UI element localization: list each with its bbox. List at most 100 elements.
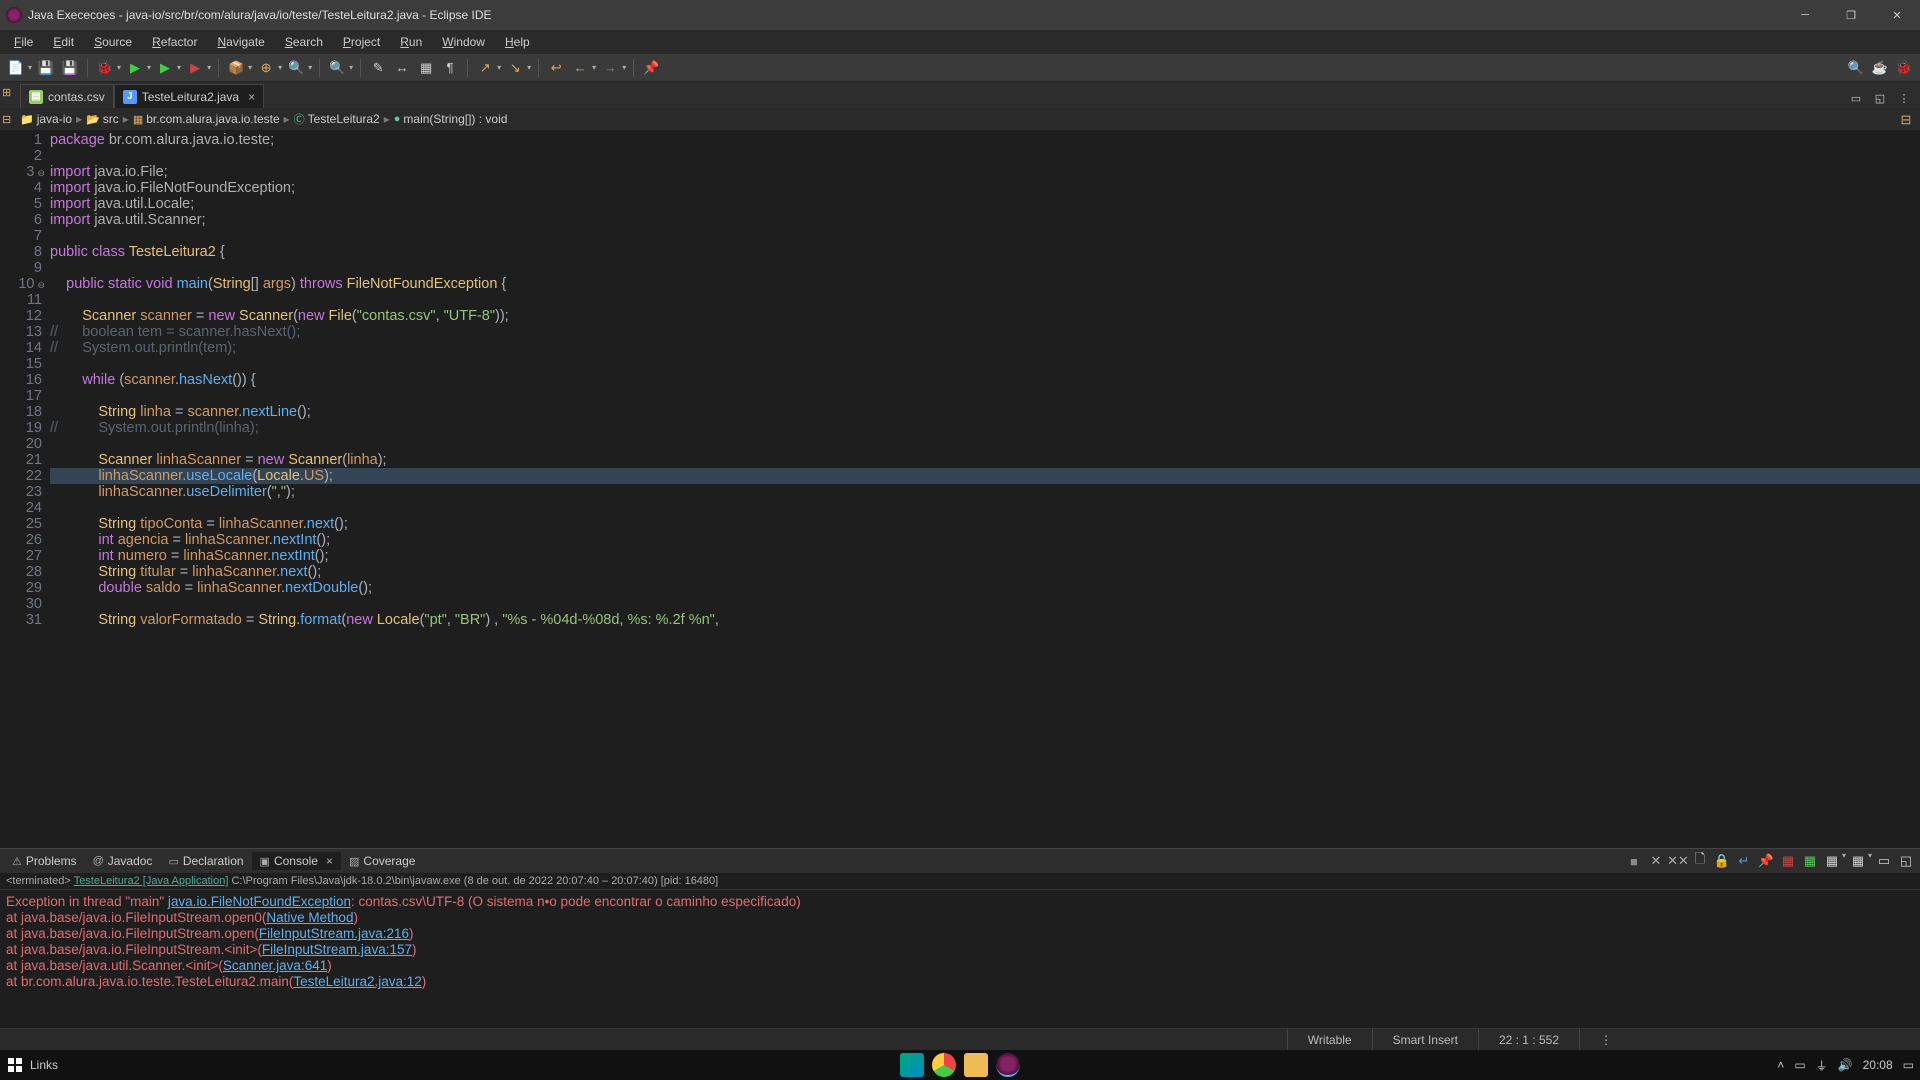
last-edit-icon[interactable]: ↩ — [546, 58, 566, 78]
taskbar-app-chrome[interactable] — [932, 1053, 956, 1077]
taskbar-app-explorer[interactable] — [964, 1053, 988, 1077]
console-display-icon[interactable]: ▦ — [1822, 851, 1842, 871]
code-line[interactable]: linhaScanner.useDelimiter(","); — [50, 484, 1920, 500]
console-stop-icon[interactable]: ■ — [1624, 851, 1644, 871]
stacktrace-link[interactable]: TesteLeitura2.java:12 — [293, 974, 421, 989]
code-line[interactable]: import java.io.File; — [50, 164, 1920, 180]
console-output[interactable]: Exception in thread "main" java.io.FileN… — [0, 889, 1920, 1028]
code-line[interactable]: Scanner scanner = new Scanner(new File("… — [50, 308, 1920, 324]
debug-icon[interactable]: 🐞 — [95, 58, 115, 78]
view-max-icon[interactable]: ◱ — [1896, 851, 1916, 871]
code-line[interactable]: String tipoConta = linhaScanner.next(); — [50, 516, 1920, 532]
saveall-icon[interactable]: 💾 — [60, 58, 80, 78]
link-editor-icon[interactable]: ⊟ — [1896, 110, 1916, 130]
code-line[interactable] — [50, 388, 1920, 404]
new-package-icon[interactable]: 📦 — [226, 58, 246, 78]
menu-run[interactable]: Run — [392, 33, 430, 51]
run-icon[interactable]: ▶ — [125, 58, 145, 78]
tray-chevron-icon[interactable]: ˄ — [1777, 1058, 1784, 1072]
open-type-icon[interactable]: 🔍 — [286, 58, 306, 78]
taskbar-search[interactable]: Links — [30, 1058, 58, 1072]
code-line[interactable]: // System.out.println(tem); — [50, 340, 1920, 356]
maximize-view-icon[interactable]: ◱ — [1870, 88, 1890, 108]
console-removeall-icon[interactable]: ✕✕ — [1668, 851, 1688, 871]
new-class-icon[interactable]: ⊕ — [256, 58, 276, 78]
next-annotation-icon[interactable]: ↗ — [475, 58, 495, 78]
menu-search[interactable]: Search — [277, 33, 331, 51]
view-menu-icon[interactable]: ⋮ — [1894, 88, 1914, 108]
console-scroll-lock-icon[interactable]: 🔒 — [1712, 851, 1732, 871]
console-remove-icon[interactable]: ✕ — [1646, 851, 1666, 871]
view-tab-console[interactable]: ▣Console× — [252, 852, 341, 870]
minimize-view-icon[interactable]: ▭ — [1846, 88, 1866, 108]
wand-icon[interactable]: ✎ — [368, 58, 388, 78]
stacktrace-link[interactable]: Native Method — [266, 910, 353, 925]
close-button[interactable]: ✕ — [1874, 0, 1920, 30]
breadcrumb-br-com-alura-java-io-teste[interactable]: ▦br.com.alura.java.io.teste — [133, 112, 280, 126]
code-line[interactable]: String titular = linhaScanner.next(); — [50, 564, 1920, 580]
breadcrumb-java-io[interactable]: 📁java-io — [20, 112, 72, 126]
code-line[interactable]: import java.io.FileNotFoundException; — [50, 180, 1920, 196]
stacktrace-link[interactable]: java.io.FileNotFoundException — [168, 894, 351, 909]
code-editor[interactable]: 123⊖45678910⊖111213141516171819202122232… — [0, 130, 1920, 848]
code-line[interactable] — [50, 292, 1920, 308]
code-line[interactable]: Scanner linhaScanner = new Scanner(linha… — [50, 452, 1920, 468]
breadcrumb-toggle-icon[interactable]: ⊟ — [2, 113, 11, 126]
menu-edit[interactable]: Edit — [45, 33, 82, 51]
tray-notifications-icon[interactable]: ▭ — [1903, 1058, 1914, 1072]
ext-tools-icon[interactable]: ▶ — [185, 58, 205, 78]
search-icon[interactable]: 🔍 — [327, 58, 347, 78]
view-tab-coverage[interactable]: ▨Coverage — [341, 852, 423, 870]
code-line[interactable]: public class TesteLeitura2 { — [50, 244, 1920, 260]
tray-clock[interactable]: 20:08 — [1863, 1058, 1893, 1072]
tray-volume-icon[interactable]: 🔊 — [1838, 1058, 1853, 1072]
menu-navigate[interactable]: Navigate — [209, 33, 272, 51]
save-icon[interactable]: 💾 — [36, 58, 56, 78]
pin-icon[interactable]: 📌 — [641, 58, 661, 78]
console-clear-icon[interactable]: 🗋 — [1690, 851, 1710, 871]
console-wrap-icon[interactable]: ↵ — [1734, 851, 1754, 871]
menu-file[interactable]: File — [6, 33, 41, 51]
code-line[interactable]: package br.com.alura.java.io.teste; — [50, 132, 1920, 148]
view-tab-declaration[interactable]: ▭Declaration — [160, 852, 251, 870]
code-line[interactable] — [50, 260, 1920, 276]
code-line[interactable] — [50, 596, 1920, 612]
code-line[interactable]: import java.util.Locale; — [50, 196, 1920, 212]
menu-window[interactable]: Window — [434, 33, 493, 51]
new-icon[interactable]: 📄 — [6, 58, 26, 78]
tab-close-icon[interactable]: × — [248, 90, 255, 104]
menu-project[interactable]: Project — [335, 33, 388, 51]
taskbar-app-eclipse[interactable] — [996, 1053, 1020, 1077]
console-pin-icon[interactable]: 📌 — [1756, 851, 1776, 871]
code-line[interactable] — [50, 228, 1920, 244]
view-tab-javadoc[interactable]: @Javadoc — [85, 852, 161, 870]
code-line[interactable] — [50, 148, 1920, 164]
code-line[interactable] — [50, 356, 1920, 372]
code-line[interactable]: String linha = scanner.nextLine(); — [50, 404, 1920, 420]
toggle-mark-icon[interactable]: ↔ — [392, 58, 412, 78]
view-tab-problems[interactable]: ⚠Problems — [4, 852, 85, 870]
forward-icon[interactable]: → — [600, 58, 620, 78]
taskbar-app-edge[interactable] — [900, 1053, 924, 1077]
code-line[interactable]: double saldo = linhaScanner.nextDouble()… — [50, 580, 1920, 596]
console-new-icon[interactable]: ▦ — [1848, 851, 1868, 871]
perspective-debug-icon[interactable]: 🐞 — [1894, 58, 1914, 78]
editor-tab-contas-csv[interactable]: ▤contas.csv — [20, 84, 114, 108]
menu-help[interactable]: Help — [497, 33, 538, 51]
console-process-link[interactable]: TesteLeitura2 [Java Application] — [74, 875, 229, 887]
breadcrumb-main-string-void[interactable]: ●main(String[]) : void — [394, 112, 508, 126]
code-line[interactable]: // System.out.println(linha); — [50, 420, 1920, 436]
show-whitespace-icon[interactable]: ¶ — [440, 58, 460, 78]
stacktrace-link[interactable]: FileInputStream.java:157 — [262, 942, 412, 957]
menu-source[interactable]: Source — [86, 33, 140, 51]
editor-tab-testeleitura2-java[interactable]: JTesteLeitura2.java× — [114, 84, 264, 108]
tab-close-icon[interactable]: × — [326, 854, 333, 868]
package-explorer-icon[interactable]: ⊞ — [2, 86, 11, 99]
minimize-button[interactable]: ─ — [1782, 0, 1828, 30]
coverage-icon[interactable]: ▶ — [155, 58, 175, 78]
code-line[interactable]: int agencia = linhaScanner.nextInt(); — [50, 532, 1920, 548]
tray-battery-icon[interactable]: ▭ — [1794, 1058, 1805, 1072]
view-min-icon[interactable]: ▭ — [1874, 851, 1894, 871]
tray-wifi-icon[interactable]: ⏚ — [1816, 1057, 1828, 1074]
code-line[interactable]: import java.util.Scanner; — [50, 212, 1920, 228]
